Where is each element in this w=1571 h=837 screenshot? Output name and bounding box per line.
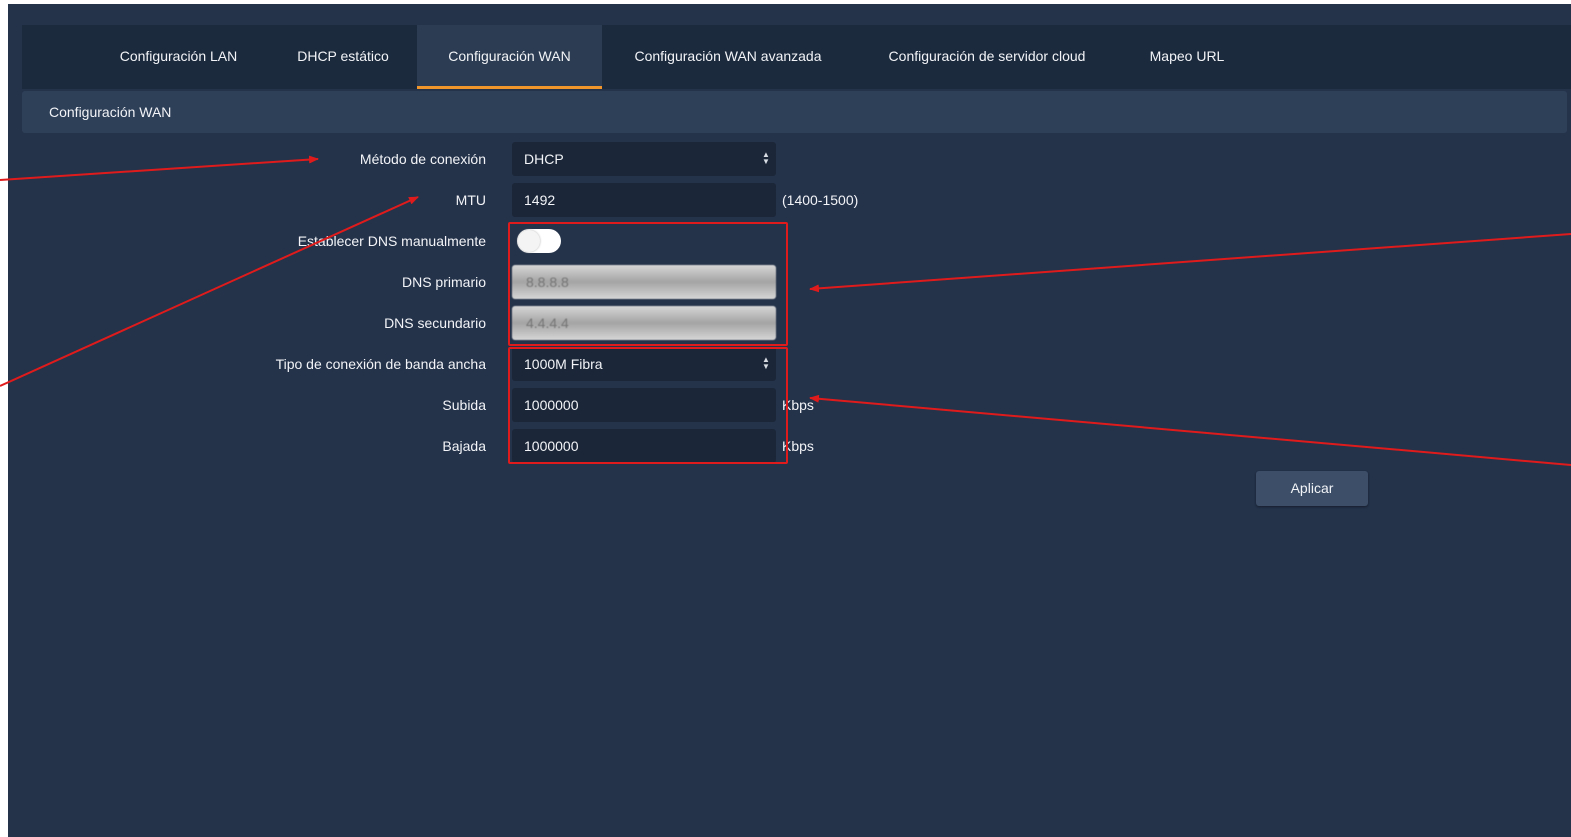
apply-button[interactable]: Aplicar	[1256, 471, 1368, 506]
primary-dns-label: DNS primario	[401, 274, 486, 290]
connection-method-value: DHCP	[524, 151, 564, 167]
select-arrows-icon: ▲ ▼	[762, 355, 770, 371]
mtu-field[interactable]	[512, 183, 776, 217]
tab-cloud-server[interactable]: Configuración de servidor cloud	[872, 25, 1102, 89]
tab-static-dhcp[interactable]: DHCP estático	[284, 25, 402, 89]
tab-url-mapping[interactable]: Mapeo URL	[1140, 25, 1234, 89]
secondary-dns-label: DNS secundario	[384, 315, 486, 331]
download-field[interactable]	[512, 429, 776, 463]
primary-dns-input[interactable]	[526, 274, 766, 290]
manual-dns-toggle[interactable]	[517, 229, 561, 253]
tab-bar: Configuración LAN DHCP estático Configur…	[22, 25, 1571, 89]
select-arrows-icon: ▲ ▼	[762, 150, 770, 166]
tab-wan-config[interactable]: Configuración WAN	[417, 25, 602, 89]
tab-advanced-wan[interactable]: Configuración WAN avanzada	[620, 25, 836, 89]
connection-method-select[interactable]: DHCP ▲ ▼	[512, 142, 776, 176]
mtu-label: MTU	[455, 192, 486, 208]
broadband-type-value: 1000M Fibra	[524, 356, 603, 372]
download-label: Bajada	[442, 438, 486, 454]
upload-field[interactable]	[512, 388, 776, 422]
connection-method-label: Método de conexión	[359, 151, 486, 167]
manual-dns-label: Establecer DNS manualmente	[297, 233, 486, 249]
secondary-dns-field[interactable]	[512, 306, 776, 340]
primary-dns-field[interactable]	[512, 265, 776, 299]
section-title: Configuración WAN	[49, 104, 172, 120]
section-header: Configuración WAN	[22, 91, 1567, 133]
upload-label: Subida	[442, 397, 486, 413]
upload-input[interactable]	[524, 397, 764, 413]
broadband-type-label: Tipo de conexión de banda ancha	[275, 356, 486, 372]
mtu-range-hint: (1400-1500)	[782, 192, 859, 208]
mtu-input[interactable]	[524, 192, 764, 208]
tab-lan-config[interactable]: Configuración LAN	[106, 25, 251, 89]
download-unit: Kbps	[782, 438, 814, 454]
toggle-knob	[518, 230, 540, 252]
upload-unit: Kbps	[782, 397, 814, 413]
secondary-dns-input[interactable]	[526, 315, 766, 331]
download-input[interactable]	[524, 438, 764, 454]
broadband-type-select[interactable]: 1000M Fibra ▲ ▼	[512, 347, 776, 381]
